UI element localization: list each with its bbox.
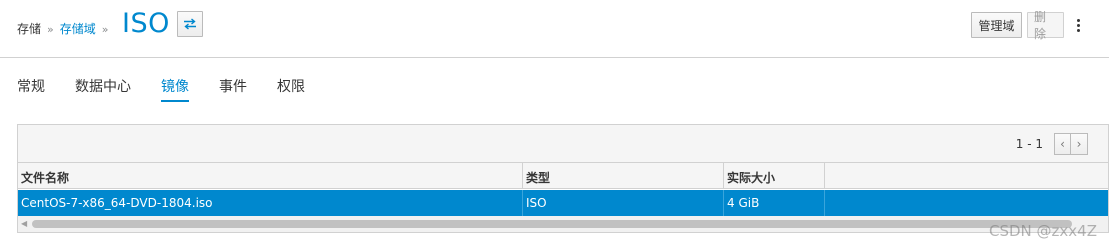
tab-events[interactable]: 事件 (219, 76, 247, 102)
scroll-left-icon[interactable]: ◀ (21, 219, 27, 228)
cell-type: ISO (523, 190, 724, 216)
switch-arrows-icon (184, 18, 196, 30)
table-header: 文件名称 类型 实际大小 (18, 163, 1108, 189)
tab-data-center[interactable]: 数据中心 (75, 76, 131, 102)
previous-page-button[interactable]: ‹ (1054, 133, 1071, 155)
tab-permissions[interactable]: 权限 (277, 76, 305, 102)
breadcrumb: 存储 » 存储域 » (17, 20, 115, 37)
breadcrumb-separator: » (101, 23, 109, 36)
next-page-button[interactable]: › (1071, 133, 1088, 155)
images-table-panel: 1 - 1 ‹ › 文件名称 类型 实际大小 CentOS-7-x86_64-D… (17, 124, 1109, 233)
watermark: CSDN @zxx4Z (989, 222, 1097, 240)
pagination: 1 - 1 ‹ › (1016, 133, 1088, 155)
cell-file-name: CentOS-7-x86_64-DVD-1804.iso (18, 190, 523, 216)
table-row[interactable]: CentOS-7-x86_64-DVD-1804.iso ISO 4 GiB (18, 190, 1108, 216)
cell-extra (825, 190, 1108, 216)
cell-size: 4 GiB (724, 190, 825, 216)
manage-domain-button[interactable]: 管理域 (971, 12, 1022, 38)
tab-general[interactable]: 常规 (17, 76, 45, 102)
column-header-actual-size[interactable]: 实际大小 (724, 163, 825, 188)
breadcrumb-storage-domains-link[interactable]: 存储域 (60, 20, 96, 37)
column-header-file-name[interactable]: 文件名称 (18, 163, 523, 188)
pagination-range: 1 - 1 (1015, 137, 1043, 151)
kebab-menu-icon[interactable] (1073, 14, 1083, 36)
header: 存储 » 存储域 » ISO 管理域 删除 (0, 0, 1109, 58)
page-title: ISO (122, 8, 170, 39)
page: 存储 » 存储域 » ISO 管理域 删除 常规 数据中心 镜像 事件 权限 1 - … (0, 0, 1109, 248)
horizontal-scrollbar[interactable]: ◀ (18, 216, 1108, 232)
column-header-type[interactable]: 类型 (523, 163, 724, 188)
breadcrumb-storage: 存储 (17, 22, 42, 36)
table-toolbar: 1 - 1 ‹ › (18, 125, 1108, 163)
scrollbar-thumb[interactable] (32, 220, 1072, 228)
switch-view-button[interactable] (177, 11, 203, 37)
tab-images[interactable]: 镜像 (161, 76, 189, 102)
tab-bar: 常规 数据中心 镜像 事件 权限 (17, 76, 335, 102)
breadcrumb-separator: » (47, 23, 54, 36)
delete-button[interactable]: 删除 (1027, 10, 1064, 41)
column-header-empty (825, 163, 1108, 188)
